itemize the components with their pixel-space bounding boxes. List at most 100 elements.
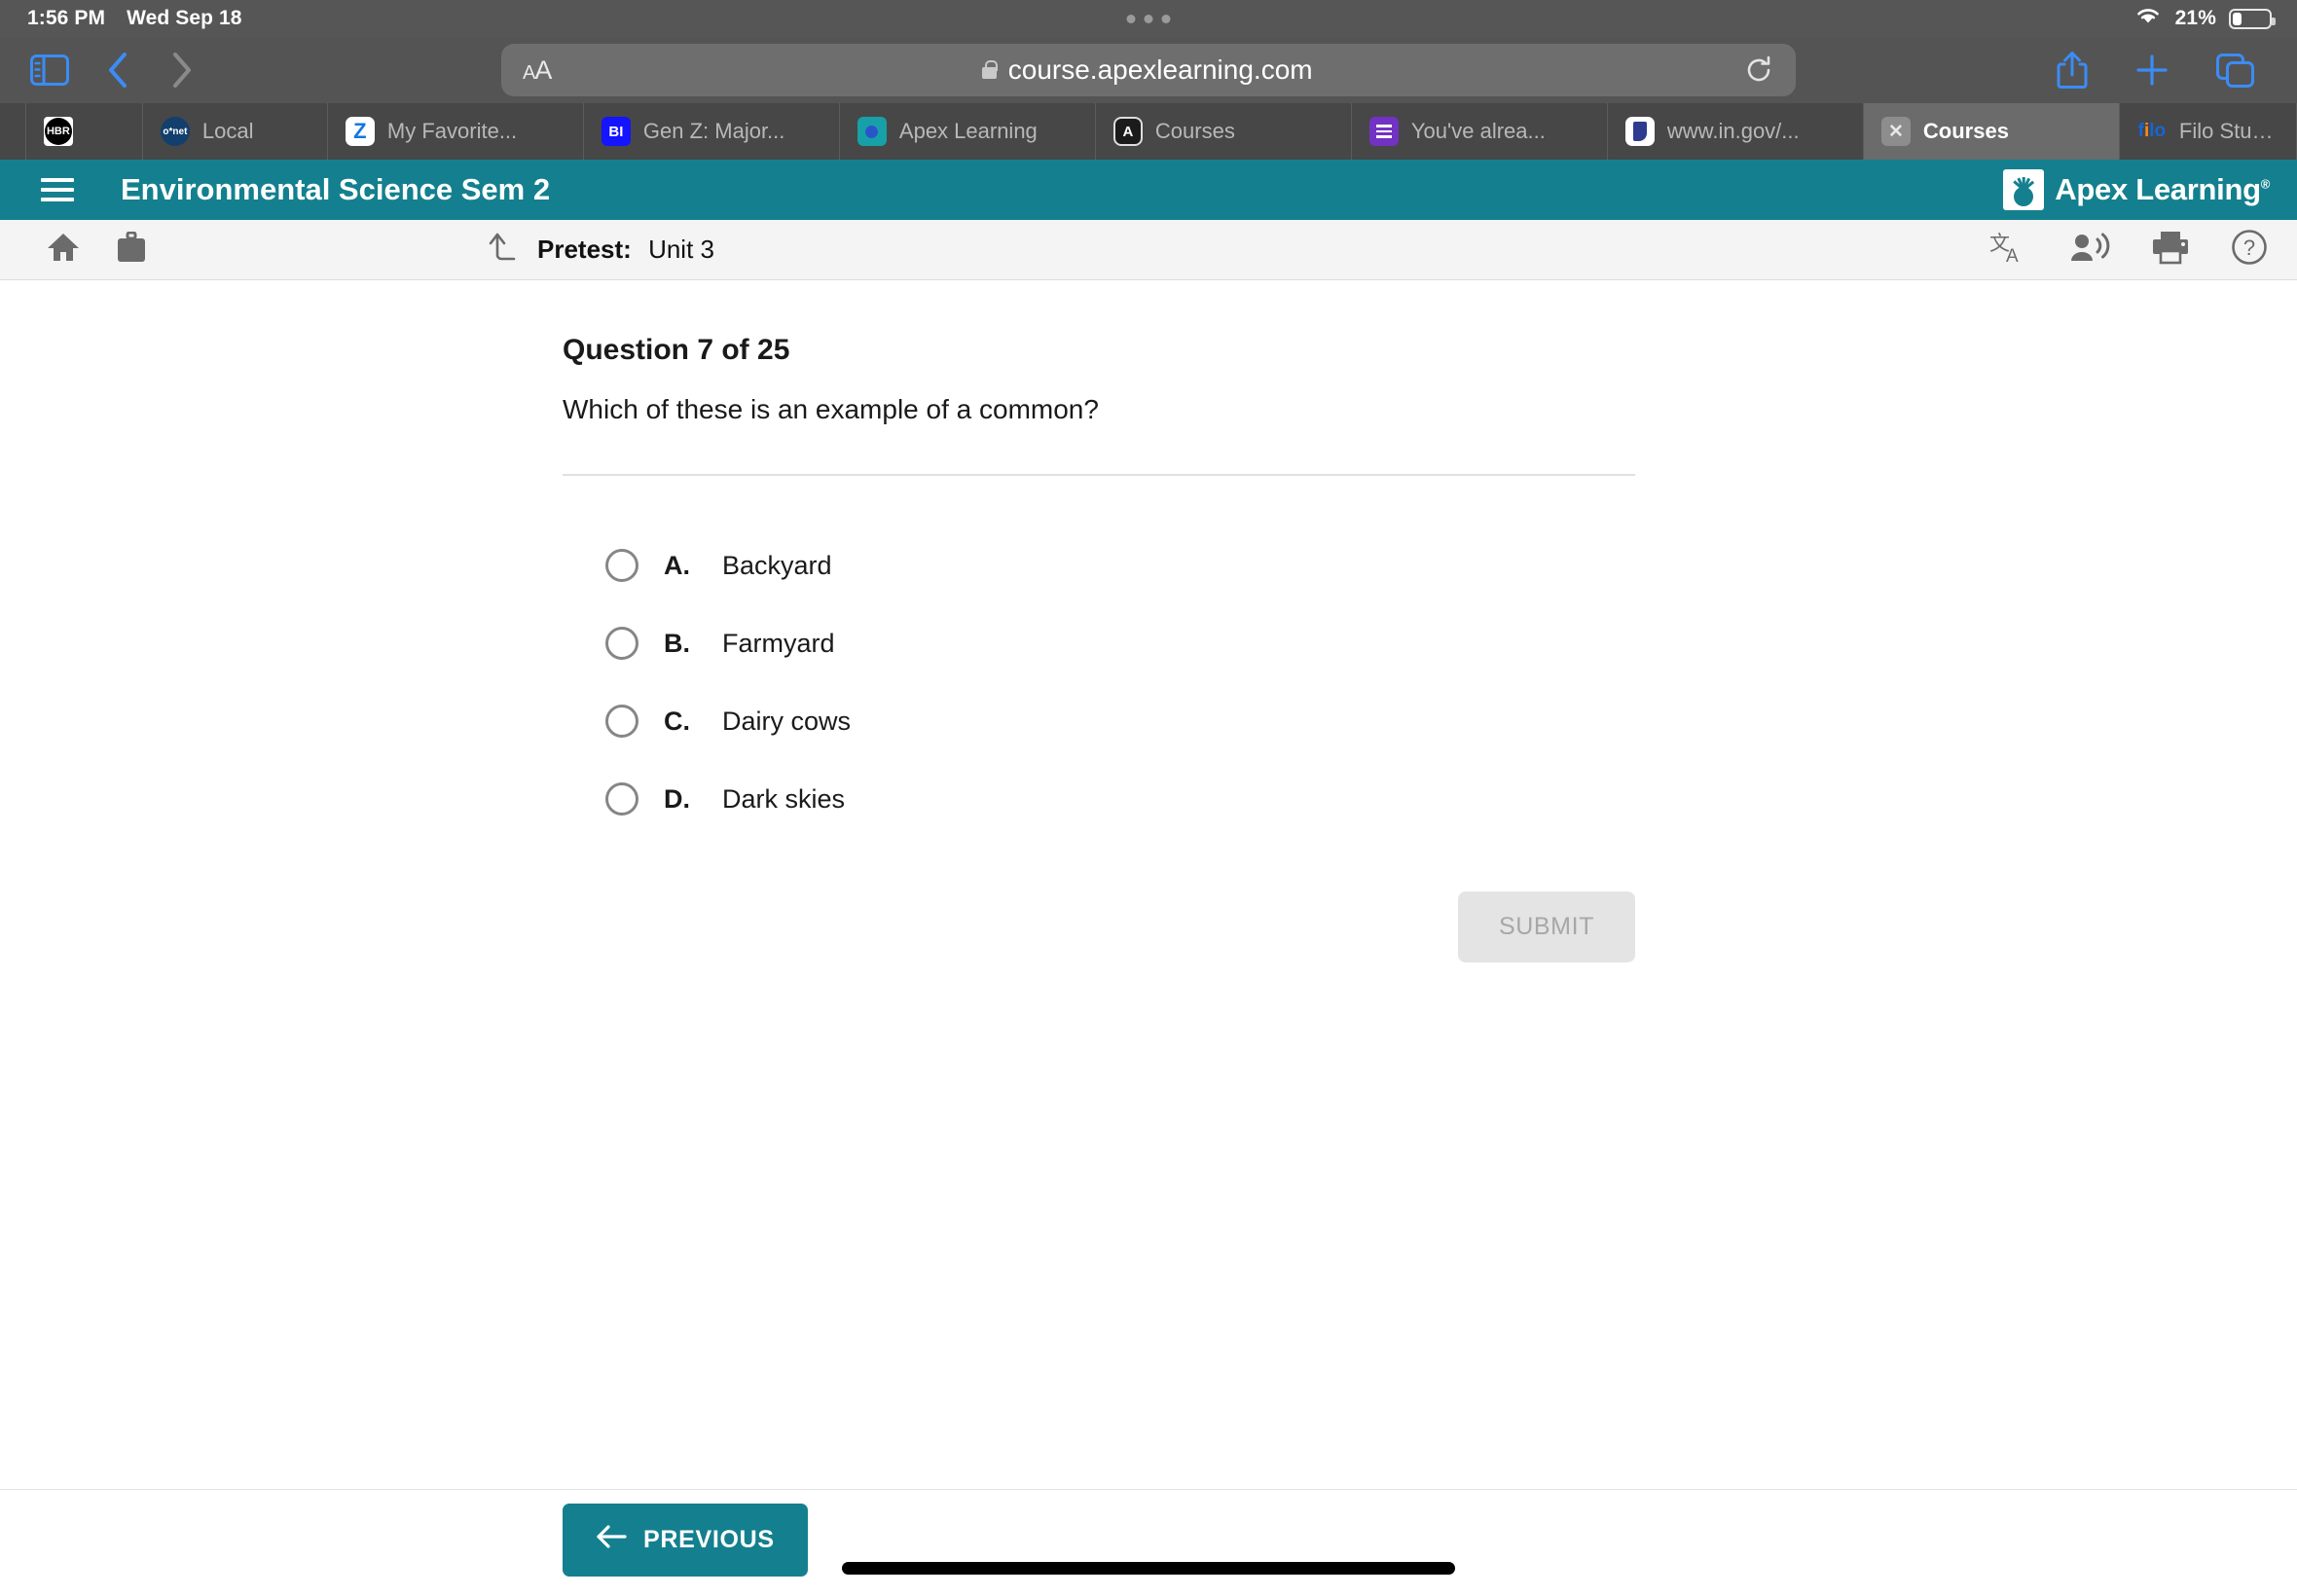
battery-percent-label: 21% [2174,7,2216,29]
tab-label: Courses [1154,119,1235,143]
browser-tab-gen-z[interactable]: BI Gen Z: Major... [584,103,840,160]
browser-tab-filo-student[interactable]: filo Filo Student:... [2120,103,2297,160]
browser-tab-my-favorite[interactable]: Z My Favorite... [328,103,584,160]
question-heading: Question 7 of 25 [563,334,790,366]
previous-button[interactable]: PREVIOUS [563,1504,808,1577]
indiana-gov-icon [1624,117,1655,146]
option-text: Dark skies [722,783,846,814]
answer-option-b[interactable]: B. Farmyard [605,604,1635,682]
tab-label: Gen Z: Major... [642,119,785,143]
radio-button[interactable] [605,782,638,816]
home-indicator[interactable] [842,1562,1455,1575]
browser-tab-courses-active[interactable]: ✕ Courses [1863,103,2120,160]
hbr-icon: HBR [43,117,73,146]
tab-label: www.in.gov/... [1666,119,1800,143]
apex-logo-text: Apex Learning® [2055,172,2271,206]
multitask-dot [1126,14,1136,23]
course-title: Environmental Science Sem 2 [121,172,551,206]
address-bar[interactable]: AAAA course.apexlearning.com [501,44,1796,96]
activity-type: Pretest: [537,235,632,264]
tab-label: You've alrea... [1410,119,1546,143]
submit-button[interactable]: SUBMIT [1457,891,1635,962]
browser-tab-bar: HBR o*net Local Z My Favorite... BI Gen … [0,103,2297,160]
share-icon[interactable] [2056,50,2089,91]
zillow-icon: Z [345,117,375,146]
url-display[interactable]: course.apexlearning.com [551,54,1743,86]
radio-button[interactable] [605,549,638,582]
battery-icon [2229,8,2276,29]
arrow-up-left-icon[interactable] [487,231,518,269]
tab-label: Local [201,119,254,143]
tab-edge [0,103,26,160]
menu-line [41,178,74,182]
option-letter: C. [664,706,690,736]
ios-status-bar: 1:56 PM Wed Sep 18 21% [0,0,2297,37]
menu-line [41,188,74,192]
svg-text:?: ? [2243,236,2255,260]
battery-fill [2233,12,2242,25]
lock-icon [981,59,998,79]
tab-label: My Favorite... [386,119,518,143]
translate-icon[interactable]: 文 A [1989,230,2028,270]
status-bar-left: 1:56 PM Wed Sep 18 [0,7,242,30]
hamburger-menu-icon[interactable] [41,172,74,207]
question-block: Question 7 of 25 Which of these is an ex… [563,334,1635,962]
text-size-button[interactable]: AAAA [523,55,552,86]
reload-icon[interactable] [1743,54,1774,86]
tab-label: Filo Student:... [2178,119,2279,143]
activity-name: Unit 3 [648,235,714,264]
forward-chevron-icon [167,50,195,91]
onet-icon: o*net [160,117,190,146]
plus-icon[interactable] [2133,52,2170,89]
apex-learning-logo[interactable]: Apex Learning® [2003,169,2270,210]
logo-trademark: ® [2260,176,2271,192]
url-text: course.apexlearning.com [1007,54,1313,85]
answer-options-list: A. Backyard B. Farmyard C. Dairy cows D.… [563,526,1635,838]
browser-tab-apex-learning[interactable]: Apex Learning [840,103,1096,160]
filo-icon: f i lo [2137,121,2167,141]
multitask-dot [1144,14,1153,23]
option-letter: B. [664,628,690,658]
status-bar-date: Wed Sep 18 [127,7,242,29]
help-icon[interactable]: ? [2231,229,2268,271]
apex-sunburst-icon [2003,169,2045,210]
activity-breadcrumb: Pretest: Unit 3 [487,231,714,269]
course-header: Environmental Science Sem 2 Apex Learnin… [0,160,2297,220]
print-icon[interactable] [2151,230,2190,270]
tab-label: Courses [1922,119,2009,143]
list-icon [1368,117,1399,146]
browser-tab-courses-1[interactable]: A Courses [1096,103,1352,160]
browser-tab-youve-already[interactable]: You've alrea... [1352,103,1608,160]
question-prompt: Which of these is an example of a common… [563,394,1099,424]
lesson-toolbar-right: 文 A ? [1989,229,2268,271]
read-aloud-icon[interactable] [2069,231,2110,269]
svg-text:A: A [2006,246,2019,265]
question-content-area: Question 7 of 25 Which of these is an ex… [0,280,2297,1487]
navigation-footer: PREVIOUS [0,1489,2297,1596]
lesson-toolbar-left [47,231,146,268]
answer-option-a[interactable]: A. Backyard [605,526,1635,604]
arrow-left-icon [596,1524,627,1556]
radio-button[interactable] [605,627,638,660]
briefcase-icon[interactable] [117,231,146,268]
option-letter: D. [664,783,690,814]
answer-option-c[interactable]: C. Dairy cows [605,682,1635,760]
answer-option-d[interactable]: D. Dark skies [605,760,1635,838]
status-bar-right: 21% [2133,5,2297,32]
browser-tab-in-gov[interactable]: www.in.gov/... [1608,103,1864,160]
tab-label: Apex Learning [898,119,1038,143]
radio-button[interactable] [605,705,638,738]
home-icon[interactable] [47,232,80,268]
tabs-overview-icon[interactable] [2215,51,2256,90]
browser-tab-hbr[interactable]: HBR [26,103,143,160]
back-chevron-icon[interactable] [105,50,132,91]
close-icon[interactable]: ✕ [1880,117,1911,146]
status-bar-time: 1:56 PM [27,7,106,29]
multitask-handle[interactable] [1126,14,1171,23]
previous-label: PREVIOUS [643,1526,775,1553]
safari-toolbar: AAAA course.apexlearning.com [0,37,2297,103]
browser-tab-local[interactable]: o*net Local [143,103,328,160]
sidebar-icon[interactable] [29,54,70,87]
apex-a-icon: A [1112,117,1143,146]
question-divider [563,474,1635,476]
